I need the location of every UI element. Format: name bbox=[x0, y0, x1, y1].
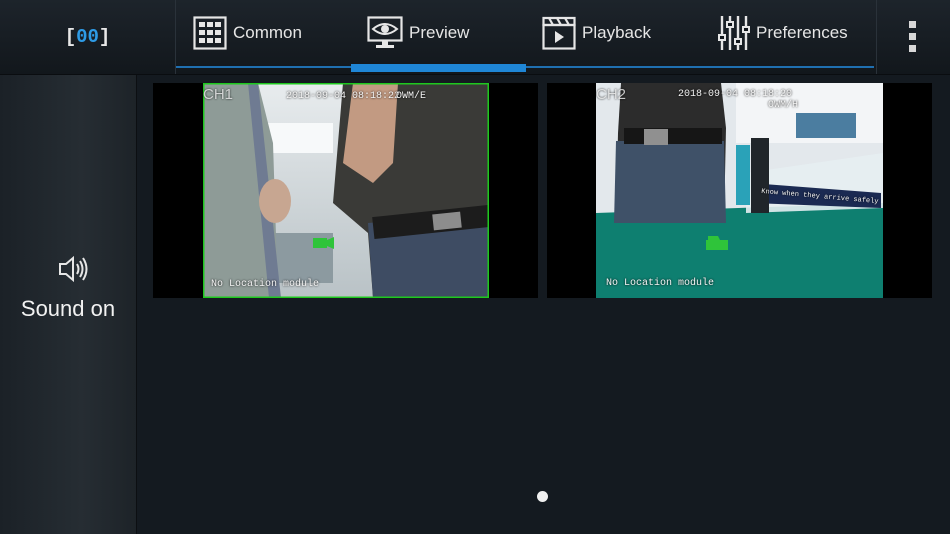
channel-label-ch2: CH2 bbox=[596, 86, 627, 103]
speaker-icon bbox=[59, 255, 88, 283]
page-indicator-dot[interactable] bbox=[537, 491, 548, 502]
side-panel: Sound on bbox=[0, 75, 137, 534]
timestamp-ch1: 2018-09-04 08:18:22 bbox=[286, 91, 401, 102]
tab-preferences-label: Preferences bbox=[756, 23, 848, 42]
channel-label-ch1: CH1 bbox=[203, 86, 234, 103]
tab-playback-label: Playback bbox=[582, 23, 651, 42]
video-feed-ch1: CH1 2018-09-04 08:18:22 OWM/E No Locatio… bbox=[203, 83, 489, 298]
video-frame-ch2 bbox=[596, 83, 883, 298]
video-frame-ch1 bbox=[203, 83, 489, 298]
channel-bracket-open: [ bbox=[64, 26, 77, 48]
mode-ch2: OWM/H bbox=[768, 100, 799, 111]
active-tab-indicator bbox=[351, 64, 526, 72]
tab-common-label: Common bbox=[233, 23, 302, 42]
sound-toggle-button[interactable]: Sound on bbox=[0, 245, 136, 395]
channel-number: 00 bbox=[76, 26, 99, 48]
camera-tile-ch1[interactable]: CH1 2018-09-04 08:18:22 OWM/E No Locatio… bbox=[153, 83, 538, 298]
video-feed-ch2: CH2 2018-09-04 08:18:20 OWM/H Know when … bbox=[596, 83, 883, 298]
tab-playback[interactable]: Playback bbox=[542, 14, 651, 52]
more-dot bbox=[908, 44, 916, 52]
clapperboard-icon bbox=[542, 16, 576, 50]
preview-area: CH1 2018-09-04 08:18:22 OWM/E No Locatio… bbox=[137, 75, 950, 534]
tab-preview[interactable]: Preview bbox=[367, 14, 469, 52]
timestamp-ch2: 2018-09-04 08:18:20 bbox=[678, 89, 793, 100]
tab-preview-label: Preview bbox=[409, 23, 470, 42]
tab-common[interactable]: Common bbox=[193, 14, 302, 52]
tab-preferences[interactable]: Preferences bbox=[718, 14, 848, 52]
main-tabs: Common Preview Playback Preferences bbox=[175, 0, 877, 74]
monitor-eye-icon bbox=[367, 16, 403, 48]
more-menu-button[interactable] bbox=[890, 14, 934, 58]
channel-indicator[interactable]: [00] bbox=[0, 0, 175, 74]
more-dot bbox=[908, 20, 916, 28]
grid-icon bbox=[193, 16, 227, 50]
sound-label: Sound on bbox=[20, 296, 116, 321]
footer-ch2: No Location module bbox=[606, 278, 715, 289]
more-dot bbox=[908, 32, 916, 40]
sliders-icon bbox=[718, 16, 750, 50]
top-toolbar: [00] Common Preview Playback Preferences bbox=[0, 0, 950, 75]
channel-bracket-close: ] bbox=[98, 26, 111, 48]
camera-tile-ch2[interactable]: CH2 2018-09-04 08:18:20 OWM/H Know when … bbox=[547, 83, 932, 298]
footer-ch1: No Location module bbox=[211, 279, 320, 290]
mode-ch1: OWM/E bbox=[396, 91, 427, 102]
